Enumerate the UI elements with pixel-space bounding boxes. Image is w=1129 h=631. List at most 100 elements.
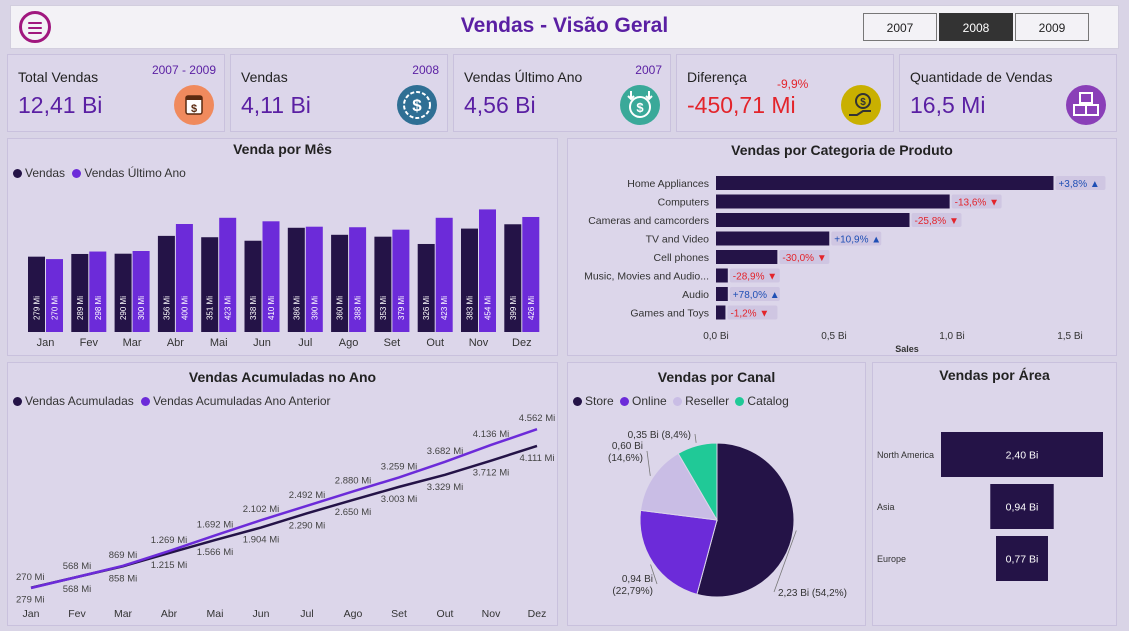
cumulative-sales-panel: Vendas Acumuladas no Ano Vendas Acumulad…: [7, 362, 558, 626]
year-2009-button[interactable]: 2009: [1015, 13, 1089, 41]
money-down-icon: $: [620, 85, 660, 125]
kpi-label: Vendas Último Ano: [464, 69, 583, 85]
line-data-label: 2.492 Mi: [289, 490, 325, 501]
category-bar: [716, 305, 726, 320]
bar-data-label: 399 Mi: [509, 296, 518, 320]
category-label: Games and Toys: [630, 308, 709, 320]
x-tick-label: 1,5 Bi: [1057, 331, 1083, 342]
kpi-label: Vendas: [241, 69, 288, 85]
x-tick-label: 1,0 Bi: [939, 331, 965, 342]
x-tick-label: Dez: [528, 608, 547, 620]
category-label: Computers: [658, 197, 709, 209]
category-bar: [716, 287, 728, 301]
funnel-data-label: 2,40 Bi: [1006, 450, 1039, 462]
line-data-label: 2.290 Mi: [289, 520, 325, 531]
delta-value: +10,9% ▲: [834, 235, 881, 246]
line-data-label: 3.682 Mi: [427, 446, 463, 457]
line-data-label: 4.136 Mi: [473, 429, 509, 440]
kpi-period: 2008: [412, 63, 439, 77]
x-tick-label: Nov: [469, 337, 489, 349]
bar-data-label: 290 Mi: [119, 296, 128, 320]
svg-text:$: $: [860, 97, 866, 108]
bar-data-label: 386 Mi: [292, 296, 301, 320]
kpi-card-vendas-ultimo-ano: Vendas Último Ano 2007 4,56 Bi $: [453, 54, 671, 132]
x-tick-label: Abr: [167, 337, 184, 349]
line-data-label: 4.111 Mi: [519, 453, 554, 464]
bar-data-label: 400 Mi: [180, 296, 189, 320]
x-tick-label: Jan: [23, 608, 40, 620]
x-tick-label: Out: [437, 608, 454, 620]
pie-data-label: 0,35 Bi (8,4%): [628, 430, 691, 441]
line-data-label: 4.562 Mi: [519, 413, 555, 424]
category-label: TV and Video: [646, 234, 710, 246]
x-tick-label: Mai: [207, 608, 224, 620]
category-sales-chart: Home Appliances +3,8% ▲ Computers -13,6% ▼ C…: [584, 176, 1106, 354]
x-tick-label: Jun: [253, 337, 271, 349]
line-data-label: 3.003 Mi: [381, 494, 417, 505]
area-sales-panel: Vendas por Área 2,40 Bi North America 0,94…: [872, 362, 1117, 626]
pie-data-label: 0,94 Bi: [622, 574, 653, 585]
x-tick-label: Fev: [68, 608, 86, 620]
category-bar: [716, 213, 910, 227]
line-data-label: 1.904 Mi: [243, 535, 279, 546]
category-sales-panel: Vendas por Categoria de Produto Home App…: [567, 138, 1117, 356]
pie-data-label: (14,6%): [608, 453, 643, 464]
funnel-category-label: Europe: [877, 554, 906, 564]
delta-value: -13,6% ▼: [955, 198, 999, 209]
category-bar: [716, 176, 1054, 190]
delta-value: -30,0% ▼: [782, 253, 826, 264]
delta-value: -1,2% ▼: [730, 309, 769, 320]
bar-data-label: 298 Mi: [94, 296, 103, 320]
x-tick-label: Nov: [482, 608, 501, 620]
kpi-card-total-vendas: Total Vendas 2007 - 2009 12,41 Bi $: [7, 54, 225, 132]
line-data-label: 1.692 Mi: [197, 519, 233, 530]
svg-text:$: $: [191, 103, 197, 115]
area-sales-chart: 2,40 Bi North America 0,94 Bi Asia 0,77 Bi Eu…: [877, 432, 1103, 581]
bar-data-label: 360 Mi: [336, 296, 345, 320]
line-data-label: 270 Mi: [16, 572, 45, 583]
bar-data-label: 423 Mi: [440, 296, 449, 320]
line-data-label: 568 Mi: [63, 561, 92, 572]
kpi-label: Diferença: [687, 69, 747, 85]
bar-data-label: 279 Mi: [33, 296, 42, 320]
x-tick-label: Mar: [114, 608, 133, 620]
x-tick-label: Fev: [80, 337, 99, 349]
delta-value: +3,8% ▲: [1058, 179, 1099, 190]
line-data-label: 1.566 Mi: [197, 547, 233, 558]
kpi-label: Total Vendas: [18, 69, 99, 85]
pie-data-label: 0,60 Bi: [612, 441, 643, 452]
x-axis-title: Sales: [895, 344, 919, 354]
bar-data-label: 454 Mi: [484, 296, 493, 320]
kpi-value: -450,71 Mi: [687, 92, 796, 118]
hand-money-icon: $: [841, 85, 881, 125]
line-data-label: 279 Mi: [16, 595, 45, 606]
line-data-label: 2.650 Mi: [335, 507, 371, 518]
x-tick-label: 0,5 Bi: [821, 331, 847, 342]
year-2008-button[interactable]: 2008: [939, 13, 1013, 41]
line-data-label: 568 Mi: [63, 584, 92, 595]
category-label: Cell phones: [654, 252, 709, 264]
year-2007-button[interactable]: 2007: [863, 13, 937, 41]
delta-value: -25,8% ▼: [915, 216, 959, 227]
pie-data-label: 2,23 Bi (54,2%): [778, 588, 847, 599]
funnel-data-label: 0,77 Bi: [1006, 554, 1039, 566]
kpi-card-quantidade-vendas: Quantidade de Vendas 16,5 Mi: [899, 54, 1117, 132]
header-bar: Vendas - Visão Geral 2007 2008 2009: [10, 5, 1119, 49]
x-tick-label: Ago: [344, 608, 363, 620]
category-label: Audio: [682, 289, 709, 301]
x-tick-label: Set: [391, 608, 407, 620]
boxes-icon: [1066, 85, 1106, 125]
svg-text:$: $: [412, 96, 422, 115]
bar-data-label: 338 Mi: [249, 296, 258, 320]
bar-data-label: 289 Mi: [76, 296, 85, 320]
kpi-period: 2007 - 2009: [151, 63, 216, 77]
bar-data-label: 353 Mi: [379, 296, 388, 320]
cumulative-sales-chart: 279 Mi 568 Mi 858 Mi 1.215 Mi 1.566 Mi 1.904 …: [16, 413, 555, 620]
kpi-value: 16,5 Mi: [910, 92, 986, 118]
x-tick-label: Abr: [161, 608, 178, 620]
bar-data-label: 426 Mi: [527, 296, 536, 320]
x-tick-label: Jul: [300, 608, 313, 620]
kpi-card-vendas: Vendas 2008 4,11 Bi $: [230, 54, 448, 132]
pie-leader-line: [646, 450, 651, 476]
svg-text:$: $: [636, 100, 644, 115]
